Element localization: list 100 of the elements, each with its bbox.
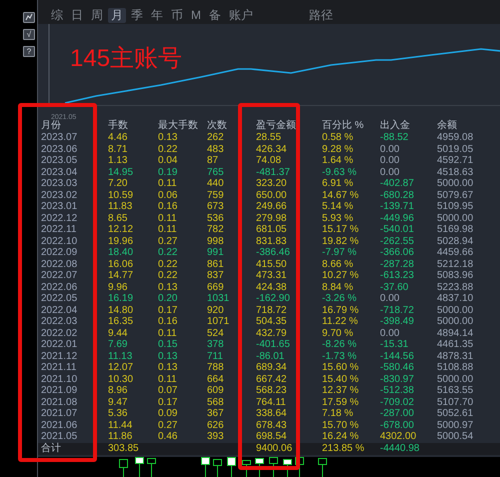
table-cell-text: 2022.02 xyxy=(41,328,78,339)
table-cell-text: 4894.14 xyxy=(437,328,474,339)
tab[interactable]: 周 xyxy=(88,8,106,23)
table-cell-text: -398.49 xyxy=(380,316,415,328)
table-cell-text: 2022.08 xyxy=(41,258,78,270)
table-cell-text: 合计 xyxy=(41,443,62,454)
table-cell-text: 8.96 xyxy=(108,385,128,396)
table-cell-text: 4302.00 xyxy=(380,431,418,442)
table-cell-text: 323.20 xyxy=(256,178,288,190)
table-cell-text: 0.58 % xyxy=(322,132,354,144)
table-cell-text: 16.35 xyxy=(108,316,134,328)
table-cell-text: 689.34 xyxy=(256,362,288,374)
table-cell-text: -8.26 % xyxy=(322,339,358,350)
table-cell-text: 16.24 % xyxy=(322,431,360,442)
table-cell-text: 10.59 xyxy=(108,190,134,201)
table-cell-text: -262.55 xyxy=(380,236,415,247)
toolbar-button[interactable]: ? xyxy=(23,46,35,57)
table-cell-text: 7.20 xyxy=(108,178,128,190)
table-cell-text: 2022.07 xyxy=(41,270,78,282)
table-cell-text: 9400.06 xyxy=(256,443,294,454)
table-cell-text: 16.06 xyxy=(108,258,134,270)
column-header: 次数 xyxy=(207,120,228,131)
table-cell-text: 440 xyxy=(207,178,225,190)
tab[interactable]: 季 xyxy=(128,8,146,23)
tab[interactable]: 币 xyxy=(168,8,186,23)
table-cell-text: 667.42 xyxy=(256,374,288,385)
table-cell-text: 19.96 xyxy=(108,236,134,247)
table-cell-text: 0.06 xyxy=(158,190,178,201)
table-cell-text: -580.46 xyxy=(380,362,415,374)
table-cell-text: 2023.05 xyxy=(41,155,78,166)
table-cell-text: 9.70 % xyxy=(322,328,354,339)
table-cell-text: 2022.03 xyxy=(41,316,78,328)
tab[interactable]: 账户 xyxy=(226,8,256,23)
table-cell-text: 0.22 xyxy=(158,144,178,155)
tab[interactable]: 月 xyxy=(108,8,126,23)
tab[interactable]: 日 xyxy=(68,8,86,23)
table-cell-text: 378 xyxy=(207,339,225,350)
table-cell-text: 4.46 xyxy=(108,132,128,144)
table-cell-text: 0.00 xyxy=(380,328,400,339)
table-cell-text: 7.69 xyxy=(108,339,128,350)
table-cell-text: 1.64 % xyxy=(322,155,354,166)
table-cell-text: 0.09 xyxy=(158,408,178,420)
table-cell-text: 664 xyxy=(207,374,225,385)
tab[interactable]: 路径 xyxy=(306,8,336,23)
table-cell-text: 673 xyxy=(207,201,225,212)
table-cell-text: -830.97 xyxy=(380,374,415,385)
tab[interactable]: 年 xyxy=(148,8,166,23)
table-cell-text: 5108.88 xyxy=(437,362,474,374)
table-cell-text: 9.96 xyxy=(108,282,128,293)
toolbar-button[interactable]: √ xyxy=(23,29,35,40)
table-cell-text: 0.19 xyxy=(158,166,178,178)
table-cell-text: 2023.02 xyxy=(41,190,78,201)
table-cell-text: 11.13 xyxy=(108,350,134,362)
table-cell-text: 8.71 xyxy=(108,144,128,155)
table-cell-text: 28.55 xyxy=(256,132,282,144)
table-cell-text: 5107.70 xyxy=(437,396,474,408)
table-cell-text: 837 xyxy=(207,270,225,282)
tab[interactable]: 备 xyxy=(206,8,224,23)
table-cell-text: 9.28 % xyxy=(322,144,354,155)
table-cell-text: 698.54 xyxy=(256,431,288,442)
table-cell-text: 2023.04 xyxy=(41,166,78,178)
chart-icon[interactable] xyxy=(23,12,35,23)
table-cell-text: 0.07 xyxy=(158,385,178,396)
table-cell-text: 0.13 xyxy=(158,350,178,362)
table-cell-text: 15.70 % xyxy=(322,420,360,431)
table-cell-text: -366.06 xyxy=(380,247,415,258)
table-cell-text: 5169.98 xyxy=(437,224,474,236)
table-cell-text: 11.83 xyxy=(108,201,134,212)
table-cell-text: 5083.96 xyxy=(437,270,474,282)
table-cell-text: 2021.07 xyxy=(41,408,78,420)
table-cell-text: 998 xyxy=(207,236,225,247)
table-cell-text: 5000.00 xyxy=(437,304,474,316)
table-cell-text: 10.27 % xyxy=(322,270,360,282)
table-cell-text: -718.72 xyxy=(380,304,415,316)
table-cell-text: 765 xyxy=(207,166,225,178)
table-cell-text: -9.63 % xyxy=(322,166,358,178)
table-cell-text: 19.82 % xyxy=(322,236,360,247)
table-cell-text: 5000.00 xyxy=(437,316,474,328)
table-cell-text: 5.14 % xyxy=(322,201,354,212)
table-cell-text: 5163.55 xyxy=(437,385,474,396)
table-cell-text: -540.01 xyxy=(380,224,415,236)
table-cell-text: 0.15 xyxy=(158,339,178,350)
table-cell-text: 2021.05 xyxy=(41,431,78,442)
table-cell-text: 9.47 xyxy=(108,396,128,408)
table-cell-text: 5223.88 xyxy=(437,282,474,293)
table-cell-text: 536 xyxy=(207,212,225,224)
table-cell-text: 15.40 % xyxy=(322,374,360,385)
table-cell-text: 5079.67 xyxy=(437,190,474,201)
table-cell-text: 12.37 % xyxy=(322,385,360,396)
table-cell-text: 861 xyxy=(207,258,225,270)
tab[interactable]: M xyxy=(188,8,204,23)
table-cell-text: 0.11 xyxy=(158,328,178,339)
table-cell-text: 2023.03 xyxy=(41,178,78,190)
table-cell-text: 0.00 xyxy=(380,144,400,155)
tab[interactable]: 综 xyxy=(48,8,66,23)
table-cell-text: 2022.09 xyxy=(41,247,78,258)
table-cell-text: 504.35 xyxy=(256,316,288,328)
table-cell-text: 8.84 % xyxy=(322,282,354,293)
table-cell-text: 4959.08 xyxy=(437,132,474,144)
table-cell-text: 0.11 xyxy=(158,374,178,385)
